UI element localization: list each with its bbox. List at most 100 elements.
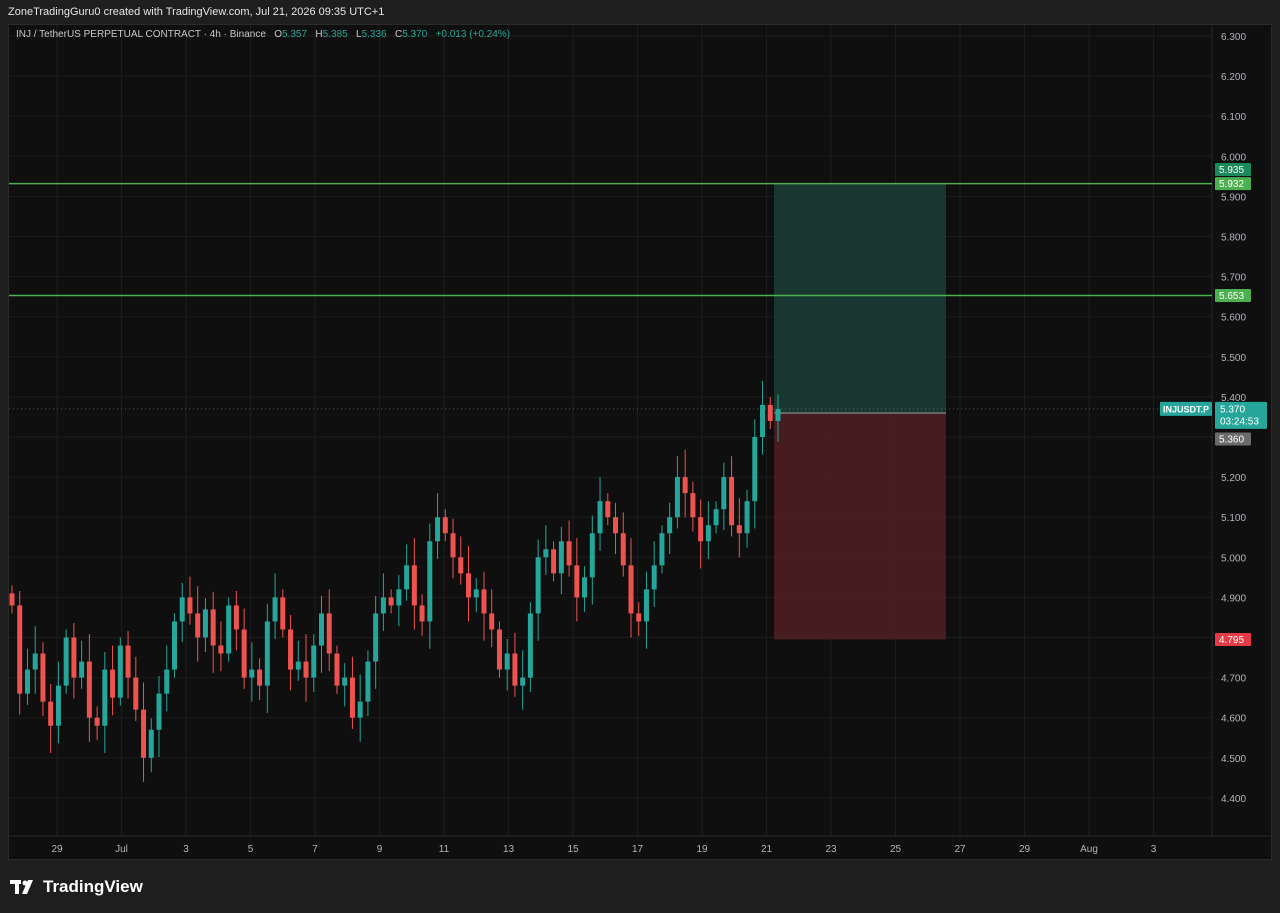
candle-body — [241, 629, 247, 678]
x-tick-label: 29 — [1019, 844, 1031, 855]
x-tick-label: 27 — [954, 844, 966, 855]
y-tick-label: 6.000 — [1221, 152, 1246, 163]
candle-body — [264, 621, 270, 686]
candle-body — [636, 613, 642, 622]
y-tick-label: 4.600 — [1221, 714, 1246, 725]
candle-body — [551, 549, 557, 574]
price-chart[interactable]: 6.300 6.200 6.100 6.000 5.900 5.800 5.700 5.600… — [0, 0, 1280, 913]
candle-body — [249, 669, 255, 678]
countdown-badge: 03:24:53 — [1220, 416, 1259, 427]
candle-body — [187, 597, 193, 614]
candle-body — [40, 653, 46, 702]
x-tick-label: 19 — [696, 844, 708, 855]
candle-body — [419, 605, 425, 622]
candle-body — [411, 565, 417, 606]
candle-body — [535, 557, 541, 614]
candle-body — [342, 677, 348, 686]
candle-body — [682, 477, 688, 494]
candle-body — [690, 493, 696, 518]
candle-body — [721, 477, 727, 510]
candle-body — [349, 677, 355, 718]
candle-body — [373, 613, 379, 662]
candle-body — [435, 517, 441, 542]
target-price-badge: 5.935 — [1219, 165, 1244, 176]
candle-body — [79, 661, 85, 678]
candle-body — [613, 517, 619, 534]
y-tick-label: 6.200 — [1221, 72, 1246, 83]
candle-body — [357, 701, 363, 718]
candle-body — [512, 653, 518, 686]
candle-body — [110, 669, 116, 698]
tradingview-logo[interactable]: TradingView — [10, 877, 143, 897]
candle-body — [202, 609, 208, 638]
candle-body — [775, 408, 781, 421]
candle-body — [667, 517, 673, 534]
candle-body — [171, 621, 177, 670]
close-value: 5.370 — [402, 29, 428, 40]
candle-body — [63, 637, 69, 686]
x-tick-label: 23 — [825, 844, 837, 855]
candle-body — [489, 613, 495, 630]
y-tick-label: 5.000 — [1221, 553, 1246, 564]
candle-body — [473, 589, 479, 598]
loss-zone — [774, 412, 946, 640]
x-tick-label: 13 — [503, 844, 515, 855]
x-tick-label: Aug — [1080, 844, 1098, 855]
entry-price-badge: 5.360 — [1219, 435, 1244, 446]
x-tick-label: 7 — [312, 844, 318, 855]
position-tool — [774, 183, 946, 640]
candle-body — [48, 701, 54, 726]
candle-body — [164, 669, 170, 694]
x-tick-label: 17 — [632, 844, 644, 855]
candle-body — [458, 557, 464, 574]
candle-body — [736, 525, 742, 534]
candle-body — [334, 653, 340, 686]
candle-body — [311, 645, 317, 678]
candle-body — [280, 597, 286, 630]
candle-body — [574, 565, 580, 598]
tradingview-logo-icon — [10, 880, 33, 894]
candle-body — [288, 629, 294, 670]
x-tick-label: Jul — [115, 844, 128, 855]
candle-body — [450, 533, 456, 558]
candle-body — [404, 565, 410, 590]
y-tick-label: 6.300 — [1221, 32, 1246, 43]
chart-grid — [9, 25, 1271, 837]
candle-body — [318, 613, 324, 646]
x-tick-label: 29 — [51, 844, 63, 855]
time-axis: 29 Jul 3 5 7 9 11 13 15 17 19 21 23 25 27 29 Aug 3 — [51, 844, 1156, 855]
candle-body — [496, 629, 502, 670]
candle-body — [125, 645, 131, 678]
candle-body — [620, 533, 626, 566]
y-tick-label: 5.700 — [1221, 273, 1246, 284]
price-badges: 5.935 5.932 5.653 INJUSDT.P 5.37003:24:53 5.3… — [1160, 163, 1267, 647]
candle-body — [396, 589, 402, 606]
candle-body — [628, 565, 634, 614]
candle-body — [141, 709, 147, 758]
candle-body — [481, 589, 487, 614]
candle-body — [210, 609, 216, 646]
candle-body — [226, 605, 232, 654]
candle-body — [466, 573, 472, 598]
x-tick-label: 21 — [761, 844, 773, 855]
candle-body — [388, 597, 394, 606]
candle-body — [272, 597, 278, 622]
candle-body — [527, 613, 533, 678]
candle-body — [674, 477, 680, 518]
candle-body — [257, 669, 263, 686]
candle-body — [9, 593, 15, 606]
symbol-tag: INJUSDT.P — [1163, 404, 1209, 414]
high-label: H — [315, 29, 323, 40]
candle-body — [380, 597, 386, 614]
candle-body — [133, 677, 139, 710]
candle-body — [651, 565, 657, 590]
candle-body — [156, 693, 162, 730]
x-tick-label: 15 — [567, 844, 579, 855]
level-badge-2: 5.653 — [1219, 291, 1244, 302]
candlesticks — [9, 380, 781, 782]
y-tick-label: 4.900 — [1221, 593, 1246, 604]
candle-body — [760, 404, 766, 437]
y-tick-label: 5.500 — [1221, 353, 1246, 364]
candle-body — [32, 653, 38, 670]
y-tick-label: 4.400 — [1221, 794, 1246, 805]
